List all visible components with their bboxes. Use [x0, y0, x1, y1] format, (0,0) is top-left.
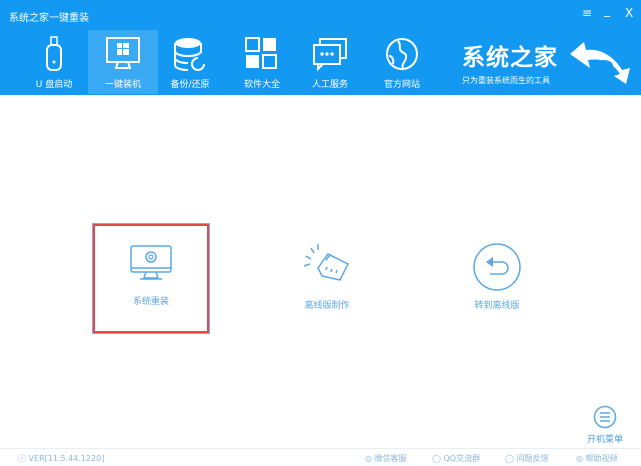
- brand-arrow-icon: [570, 42, 630, 84]
- nav-label: 软件大全: [243, 80, 280, 90]
- chat-icon: [313, 38, 347, 72]
- list-menu-icon: [593, 405, 617, 429]
- close-button[interactable]: X: [625, 6, 633, 20]
- card-label: 转到离线版: [474, 301, 520, 311]
- nav-usb-boot[interactable]: U 盘启动: [19, 30, 89, 94]
- nav-label: 一键装机: [104, 80, 141, 90]
- footer-link-qq[interactable]: ◯ QQ交流群: [432, 453, 480, 464]
- footer-link-feedback[interactable]: ◯ 问题反馈: [505, 453, 549, 464]
- version-info: ⓘ VER[11.5.44.1220]: [18, 454, 105, 463]
- title-bar: 系统之家一键重装 ≡ _ X U 盘启动 一键装机 备份/还原 软件大全 人工服…: [0, 0, 641, 95]
- card-system-reinstall[interactable]: 系统重装: [93, 224, 209, 333]
- nav-software[interactable]: 软件大全: [227, 30, 297, 94]
- nav-label: 人工服务: [311, 80, 348, 90]
- back-arrow-icon: [473, 243, 521, 291]
- database-icon: [174, 38, 205, 71]
- nav-support[interactable]: 人工服务: [295, 30, 365, 94]
- monitor-gear-icon: [130, 245, 172, 280]
- brand-name: 系统之家: [462, 45, 558, 71]
- card-label: 离线版制作: [304, 301, 350, 311]
- nav-label: 备份/还原: [170, 80, 210, 90]
- apps-grid-icon: [245, 37, 277, 69]
- link-label: 帮助视频: [585, 454, 618, 463]
- brand-slogan: 只为重装系统而生的工具: [462, 76, 550, 85]
- link-label: 问题反馈: [516, 454, 549, 463]
- card-offline-build[interactable]: 离线版制作: [269, 224, 385, 333]
- usb-icon: [46, 36, 62, 71]
- card-switch-offline[interactable]: 转到离线版: [439, 224, 555, 333]
- nav-backup-restore[interactable]: 备份/还原: [155, 30, 225, 94]
- footer-divider: [0, 448, 641, 449]
- boot-menu-label: 开机菜单: [586, 435, 623, 445]
- card-label: 系统重装: [132, 297, 169, 307]
- brand-logo: 系统之家 只为重装系统而生的工具: [462, 38, 558, 86]
- window-title: 系统之家一键重装: [9, 13, 89, 24]
- minimize-button[interactable]: _: [604, 3, 610, 17]
- monitor-windows-icon: [106, 37, 140, 69]
- version-text: VER[11.5.44.1220]: [28, 454, 105, 463]
- link-label: 微信客服: [374, 454, 407, 463]
- network-plug-icon: [303, 244, 350, 281]
- link-label: QQ交流群: [443, 454, 481, 463]
- boot-menu-button[interactable]: 开机菜单: [585, 405, 625, 445]
- nav-label: U 盘启动: [35, 80, 73, 90]
- footer-link-wechat[interactable]: ◎ 微信客服: [365, 453, 407, 464]
- nav-one-click-install[interactable]: 一键装机: [88, 30, 158, 94]
- nav-label: 官方网站: [383, 80, 420, 90]
- globe-icon: [386, 38, 418, 70]
- footer-link-help[interactable]: ◎ 帮助视频: [576, 453, 618, 464]
- nav-website[interactable]: 官方网站: [367, 30, 437, 94]
- menu-button[interactable]: ≡: [582, 6, 592, 20]
